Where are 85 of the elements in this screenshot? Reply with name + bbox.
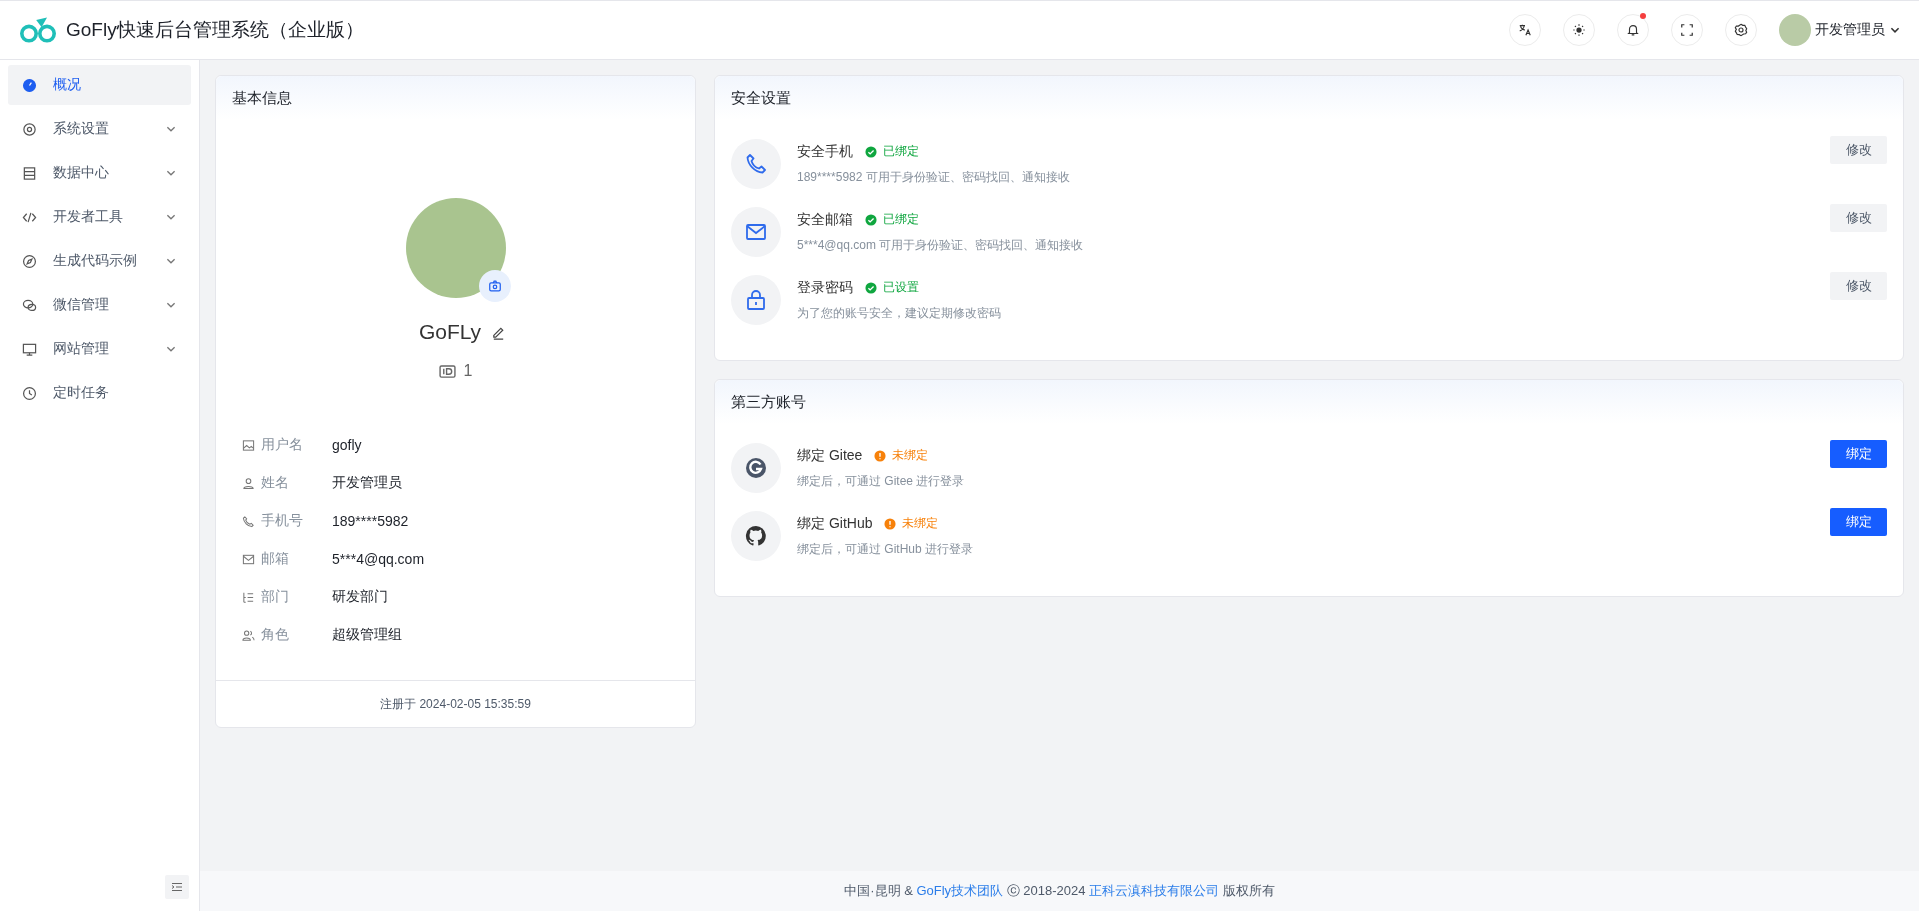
field-value: gofly (332, 437, 362, 453)
status-label: 未绑定 (902, 515, 939, 532)
chat-icon (22, 297, 37, 313)
item-description: 5***4@qq.com 可用于身份验证、密码找回、通知接收 (797, 236, 1085, 254)
field-label: 手机号 (261, 512, 304, 530)
field-value: 超级管理组 (332, 626, 402, 644)
status-label: 未绑定 (892, 447, 929, 464)
sidebar-item[interactable]: 系统设置 (8, 109, 191, 149)
card-title: 安全设置 (731, 88, 791, 108)
compass-icon (22, 253, 37, 269)
status-label: 已设置 (883, 279, 919, 296)
translate-icon (1518, 23, 1532, 37)
edit-button[interactable]: 修改 (1830, 204, 1887, 232)
field-value: 开发管理员 (332, 474, 402, 492)
mail-icon (731, 207, 781, 257)
notification-button[interactable] (1617, 14, 1649, 46)
item-title: 登录密码 (797, 278, 853, 297)
logo-icon (20, 16, 56, 44)
field-value: 189****5982 (332, 513, 409, 529)
id-icon (438, 364, 456, 378)
camera-button[interactable] (478, 270, 511, 302)
card-title: 基本信息 (232, 88, 292, 108)
clock-icon (22, 385, 37, 401)
profile-name: GoFLy (418, 320, 482, 344)
bind-button[interactable]: 绑定 (1830, 440, 1887, 468)
team-link[interactable]: GoFly技术团队 (916, 883, 1004, 898)
sidebar-item[interactable]: 生成代码示例 (8, 241, 191, 281)
field-label: 部门 (261, 588, 290, 606)
list-icon (242, 590, 255, 604)
field-value: 研发部门 (332, 588, 388, 606)
item-title: 绑定 Gitee (797, 446, 863, 465)
monitor-icon (22, 341, 37, 357)
phone-icon (242, 514, 255, 528)
field-label: 用户名 (261, 436, 304, 454)
company-link[interactable]: 正科云滇科技有限公司 (1089, 883, 1220, 898)
sidebar-item[interactable]: 概况 (8, 65, 191, 105)
field-label: 姓名 (261, 474, 290, 492)
sidebar-item[interactable]: 开发者工具 (8, 197, 191, 237)
card-title: 第三方账号 (731, 392, 806, 412)
lock-icon (731, 275, 781, 325)
github-icon (731, 511, 781, 561)
language-button[interactable] (1509, 14, 1541, 46)
field-label: 邮箱 (261, 550, 290, 568)
item-description: 189****5982 可用于身份验证、密码找回、通知接收 (797, 168, 1071, 186)
avatar-photo-placeholder (1779, 14, 1811, 46)
camera-icon (487, 279, 502, 293)
user-id: 1 (463, 362, 473, 380)
sidebar-item[interactable]: 网站管理 (8, 329, 191, 369)
theme-button[interactable] (1563, 14, 1595, 46)
collapse-icon (171, 881, 183, 893)
group-icon (242, 628, 255, 642)
registration-date: 注册于 2024-02-05 15:35:59 (380, 695, 531, 713)
item-title: 安全手机 (797, 142, 853, 161)
bell-icon (1626, 23, 1640, 37)
collapse-sidebar-button[interactable] (165, 875, 189, 899)
sidebar-item[interactable]: 微信管理 (8, 285, 191, 325)
field-label: 角色 (261, 626, 290, 644)
sidebar-item[interactable]: 数据中心 (8, 153, 191, 193)
phone-icon (731, 139, 781, 189)
status-label: 已绑定 (883, 211, 919, 228)
bind-button[interactable]: 绑定 (1830, 508, 1887, 536)
gitee-icon (731, 443, 781, 493)
item-title: 绑定 GitHub (797, 514, 873, 533)
app-title: GoFly快速后台管理系统（企业版） (66, 18, 364, 42)
item-description: 为了您的账号安全，建议定期修改密码 (797, 304, 1002, 322)
sun-icon (1572, 23, 1586, 37)
table-icon (22, 165, 37, 181)
sidebar-item[interactable]: 定时任务 (8, 373, 191, 413)
fullscreen-icon (1680, 23, 1694, 37)
settings-button[interactable] (1725, 14, 1757, 46)
copyright-text: 中国·昆明 & GoFly技术团队 ⓒ 2018-2024 正科云滇科技有限公司 版权所有 (844, 882, 1275, 900)
fullscreen-button[interactable] (1671, 14, 1703, 46)
status-label: 已绑定 (883, 143, 919, 160)
dashboard-icon (22, 77, 37, 93)
edit-button[interactable]: 修改 (1830, 272, 1887, 300)
user-icon (242, 476, 255, 490)
mail-icon (242, 552, 255, 566)
field-value: 5***4@qq.com (332, 551, 425, 567)
settings-icon (1734, 23, 1748, 37)
item-title: 安全邮箱 (797, 210, 853, 229)
user-menu[interactable]: 开发管理员 (1779, 14, 1901, 46)
edit-button[interactable]: 修改 (1830, 136, 1887, 164)
item-description: 绑定后，可通过 GitHub 进行登录 (797, 540, 974, 558)
image-icon (242, 438, 255, 452)
item-description: 绑定后，可通过 Gitee 进行登录 (797, 472, 966, 490)
